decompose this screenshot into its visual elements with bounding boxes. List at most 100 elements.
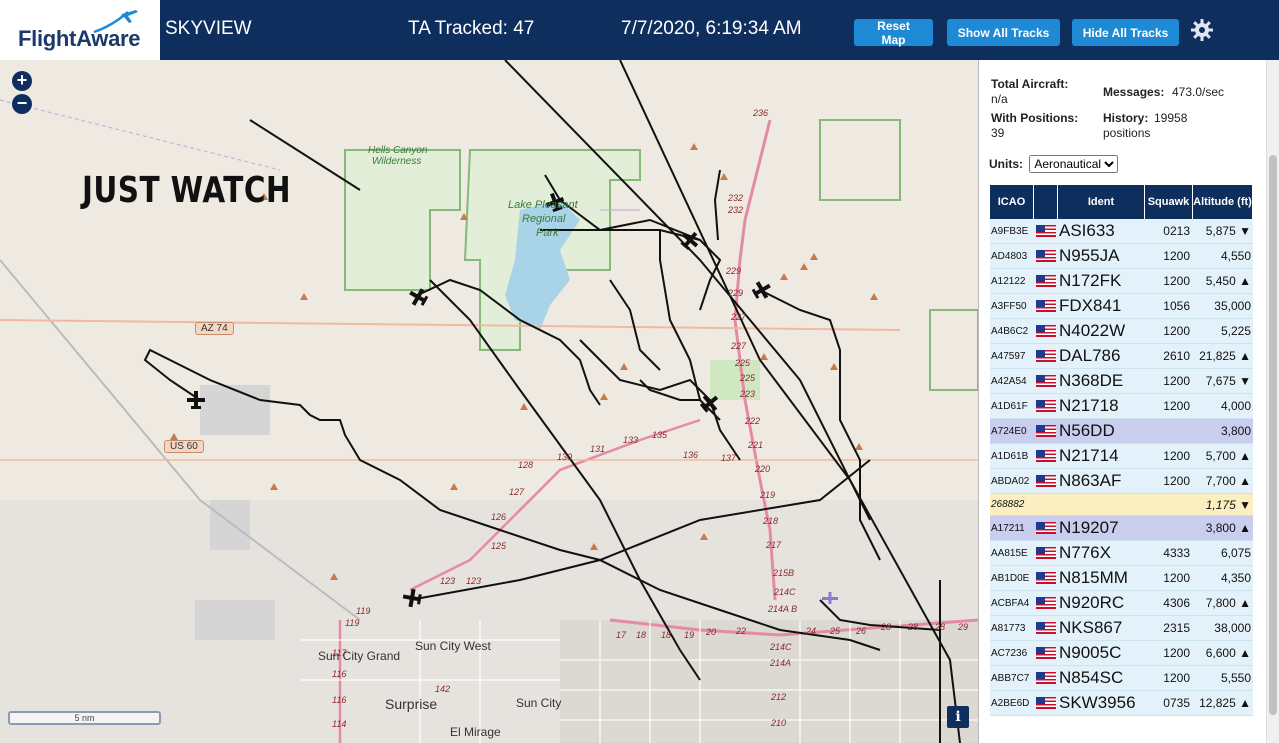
messages-value: 473.0/sec [1172, 85, 1225, 99]
hide-all-tracks-button[interactable]: Hide All Tracks [1072, 19, 1179, 46]
route-number: 117 [332, 648, 347, 658]
map-view[interactable]: + − JUST WATCH Hells Canyon Wilderness L… [0, 60, 978, 743]
route-number: 232 [728, 205, 744, 215]
route-number: 229 [726, 266, 742, 276]
cell-flag [1034, 300, 1058, 312]
table-row[interactable]: ABB7C7 N854SC 1200 5,550 [990, 666, 1253, 691]
route-number: 222 [745, 416, 761, 426]
zoom-out-button[interactable]: − [12, 94, 32, 114]
route-number: 135 [652, 430, 668, 440]
cell-icao: A12122 [991, 275, 1026, 287]
cell-altitude: 4,000 [1220, 399, 1251, 413]
cell-ident: DAL786 [1059, 346, 1121, 365]
table-row[interactable]: ABDA02 N863AF 1200 7,700 ▲ [990, 469, 1253, 494]
route-number: 123 [466, 576, 482, 586]
col-header-squawk[interactable]: Squawk [1145, 185, 1193, 219]
overlay-text: JUST WATCH [82, 170, 292, 211]
route-number: 26 [856, 626, 867, 636]
route-number: 22 [736, 626, 747, 636]
zoom-in-button[interactable]: + [12, 71, 32, 91]
table-row[interactable]: A42A54 N368DE 1200 7,675 ▼ [990, 369, 1253, 394]
with-positions-value: 39 [991, 126, 1005, 140]
reset-map-button[interactable]: Reset Map [854, 19, 933, 47]
cell-altitude: 6,075 [1220, 546, 1251, 560]
table-body: A9FB3E ASI633 0213 5,875 ▼ AD4803 N955JA 1200 4… [990, 219, 1253, 716]
cell-flag [1034, 325, 1058, 337]
us-flag-icon [1036, 425, 1056, 437]
us-flag-icon [1036, 572, 1056, 584]
scroll-thumb[interactable] [1269, 155, 1277, 715]
cell-icao: ACBFA4 [991, 597, 1030, 609]
route-number: 131 [590, 444, 606, 454]
col-header-altitude[interactable]: Altitude (ft) [1193, 185, 1253, 219]
table-row[interactable]: A2BE6D SKW3956 0735 12,825 ▲ [990, 691, 1253, 716]
with-positions-label: With Positions: [991, 111, 1079, 125]
cell-altitude: 1,175 ▼ [1205, 497, 1251, 512]
cell-altitude: 3,800 [1220, 424, 1251, 438]
show-all-tracks-button[interactable]: Show All Tracks [947, 19, 1060, 46]
route-number: 136 [683, 450, 699, 460]
history-label: History: [1103, 111, 1149, 125]
route-number: 28 [908, 622, 919, 632]
cell-ident: N955JA [1059, 246, 1120, 265]
table-row[interactable]: A9FB3E ASI633 0213 5,875 ▼ [990, 219, 1253, 244]
cell-altitude: 5,550 [1220, 671, 1251, 685]
table-row[interactable]: AD4803 N955JA 1200 4,550 [990, 244, 1253, 269]
col-header-ident[interactable]: Ident [1058, 185, 1145, 219]
us-flag-icon [1036, 597, 1056, 609]
info-button[interactable]: i [947, 706, 969, 728]
cell-flag [1034, 225, 1058, 237]
cell-squawk: 2610 [1163, 349, 1190, 363]
cell-flag [1034, 350, 1058, 362]
route-number: 126 [491, 512, 507, 522]
route-number: 123 [440, 576, 456, 586]
table-row[interactable]: A724E0 N56DD 3,800 [990, 419, 1253, 444]
messages-label: Messages: [1103, 85, 1165, 99]
cell-flag [1034, 522, 1058, 534]
table-row[interactable]: A3FF50 FDX841 1056 35,000 [990, 294, 1253, 319]
table-row[interactable]: AA815E N776X 4333 6,075 [990, 541, 1253, 566]
cell-altitude: 12,825 ▲ [1199, 696, 1251, 710]
cell-ident: N19207 [1059, 518, 1119, 537]
cell-flag [1034, 547, 1058, 559]
route-number: 225 [740, 373, 756, 383]
sidebar-scrollbar[interactable] [1266, 60, 1279, 743]
table-row[interactable]: A47597 DAL786 2610 21,825 ▲ [990, 344, 1253, 369]
cell-squawk: 1200 [1163, 671, 1190, 685]
cell-ident: N21718 [1059, 396, 1119, 415]
table-row[interactable]: 268882 1,175 ▼ [990, 494, 1253, 516]
gear-icon[interactable] [1190, 18, 1214, 42]
cell-squawk: 1200 [1163, 571, 1190, 585]
table-row[interactable]: A17211 N19207 3,800 ▲ [990, 516, 1253, 541]
cell-altitude: 5,225 [1220, 324, 1251, 338]
cell-icao: ABDA02 [991, 475, 1030, 487]
cell-icao: AD4803 [991, 250, 1028, 262]
table-row[interactable]: A12122 N172FK 1200 5,450 ▲ [990, 269, 1253, 294]
us-flag-icon [1036, 450, 1056, 462]
flightaware-logo[interactable]: FlightAware [0, 0, 160, 60]
table-row[interactable]: ACBFA4 N920RC 4306 7,800 ▲ [990, 591, 1253, 616]
cell-ident: N863AF [1059, 471, 1122, 490]
cell-icao: 268882 [991, 499, 1025, 510]
table-row[interactable]: AC7236 N9005C 1200 6,600 ▲ [990, 641, 1253, 666]
route-number: 128 [518, 460, 534, 470]
route-number: 214C [770, 642, 792, 652]
cell-ident: N172FK [1059, 271, 1122, 290]
table-row[interactable]: A1D61F N21718 1200 4,000 [990, 394, 1253, 419]
route-number: 20 [706, 627, 717, 637]
cell-squawk: 0213 [1163, 224, 1190, 238]
cell-squawk: 1200 [1163, 646, 1190, 660]
col-header-icao[interactable]: ICAO [990, 185, 1034, 219]
table-row[interactable]: A81773 NKS867 2315 38,000 [990, 616, 1253, 641]
table-row[interactable]: AB1D0E N815MM 1200 4,350 [990, 566, 1253, 591]
route-number: 210 [771, 718, 787, 728]
cell-icao: A1D61B [991, 450, 1029, 462]
units-select[interactable]: Aeronautical [1029, 155, 1119, 173]
table-row[interactable]: A4B6C2 N4022W 1200 5,225 [990, 319, 1253, 344]
route-number: 114 [332, 719, 347, 729]
route-number: 28 [935, 622, 946, 632]
route-number: 142 [435, 684, 451, 694]
us-flag-icon [1036, 225, 1056, 237]
table-row[interactable]: A1D61B N21714 1200 5,700 ▲ [990, 444, 1253, 469]
route-number: 220 [755, 464, 771, 474]
